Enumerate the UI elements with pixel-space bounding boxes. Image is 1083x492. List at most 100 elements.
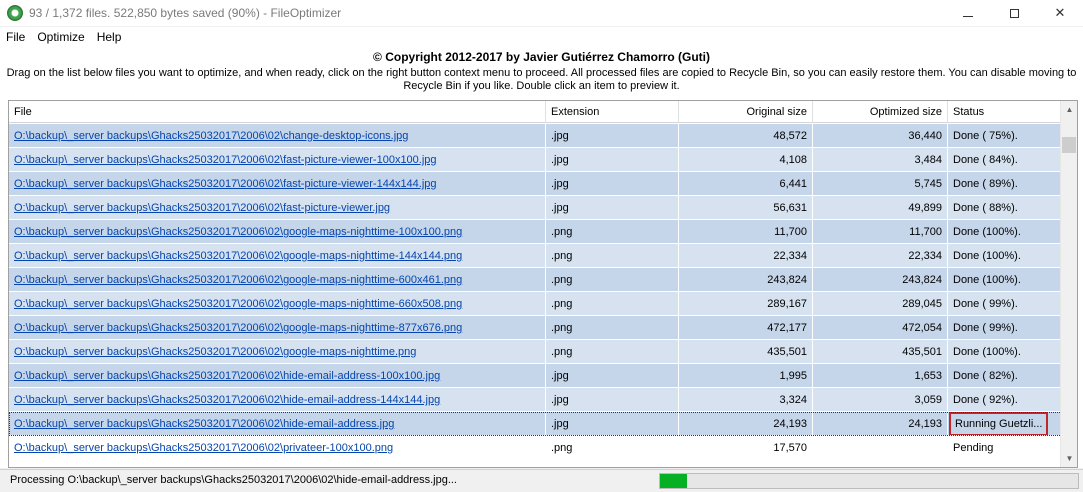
instructions-text: Drag on the list below files you want to…: [6, 67, 1077, 92]
original-size: 1,995: [679, 364, 813, 387]
file-path[interactable]: O:\backup\_server backups\Ghacks25032017…: [9, 340, 546, 363]
table-row-running[interactable]: O:\backup\_server backups\Ghacks25032017…: [9, 412, 1062, 436]
file-status: Done ( 84%).: [948, 148, 1062, 171]
original-size: 22,334: [679, 244, 813, 267]
file-status: Done ( 99%).: [948, 316, 1062, 339]
file-path[interactable]: O:\backup\_server backups\Ghacks25032017…: [9, 364, 546, 387]
minimize-icon: [963, 15, 973, 17]
file-status: Pending: [948, 436, 1062, 459]
menu-file[interactable]: File: [0, 27, 31, 47]
title-bar: 93 / 1,372 files. 522,850 bytes saved (9…: [0, 0, 1083, 26]
maximize-button[interactable]: [991, 0, 1037, 26]
table-row[interactable]: O:\backup\_server backups\Ghacks25032017…: [9, 292, 1062, 316]
column-header-file[interactable]: File: [9, 101, 546, 123]
file-list[interactable]: File Extension Original size Optimized s…: [8, 100, 1078, 468]
optimized-size: 36,440: [813, 124, 948, 147]
file-path[interactable]: O:\backup\_server backups\Ghacks25032017…: [9, 268, 546, 291]
table-row[interactable]: O:\backup\_server backups\Ghacks25032017…: [9, 196, 1062, 220]
list-header: File Extension Original size Optimized s…: [9, 101, 1062, 123]
column-header-status[interactable]: Status: [948, 101, 1062, 123]
running-status-highlight: Running Guetzli...: [949, 412, 1049, 435]
scroll-down-arrow-icon[interactable]: ▼: [1061, 450, 1077, 467]
app-icon: [7, 5, 23, 21]
table-row[interactable]: O:\backup\_server backups\Ghacks25032017…: [9, 388, 1062, 412]
file-path[interactable]: O:\backup\_server backups\Ghacks25032017…: [9, 388, 546, 411]
status-bar: Processing O:\backup\_server backups\Gha…: [0, 469, 1083, 492]
table-row[interactable]: O:\backup\_server backups\Ghacks25032017…: [9, 148, 1062, 172]
optimized-size: 472,054: [813, 316, 948, 339]
file-extension: .jpg: [546, 196, 679, 219]
file-extension: .png: [546, 220, 679, 243]
window-title: 93 / 1,372 files. 522,850 bytes saved (9…: [29, 6, 342, 20]
optimized-size: 49,899: [813, 196, 948, 219]
file-status: Done ( 88%).: [948, 196, 1062, 219]
file-status: Done ( 75%).: [948, 124, 1062, 147]
file-status: Done ( 99%).: [948, 292, 1062, 315]
file-status: Done ( 82%).: [948, 364, 1062, 387]
optimized-size: [813, 436, 948, 459]
minimize-button[interactable]: [945, 0, 991, 26]
optimized-size: 435,501: [813, 340, 948, 363]
file-status: Done ( 92%).: [948, 388, 1062, 411]
vertical-scrollbar[interactable]: ▲ ▼: [1060, 101, 1077, 467]
original-size: 3,324: [679, 388, 813, 411]
original-size: 17,570: [679, 436, 813, 459]
optimized-size: 11,700: [813, 220, 948, 243]
optimized-size: 3,484: [813, 148, 948, 171]
file-extension: .png: [546, 436, 679, 459]
file-path[interactable]: O:\backup\_server backups\Ghacks25032017…: [9, 148, 546, 171]
progress-fill: [660, 474, 688, 488]
file-extension: .png: [546, 292, 679, 315]
file-extension: .jpg: [546, 124, 679, 147]
table-row[interactable]: O:\backup\_server backups\Ghacks25032017…: [9, 436, 1062, 460]
window-controls: ✕: [945, 0, 1083, 26]
menu-help[interactable]: Help: [91, 27, 128, 47]
file-path[interactable]: O:\backup\_server backups\Ghacks25032017…: [9, 316, 546, 339]
file-path[interactable]: O:\backup\_server backups\Ghacks25032017…: [9, 172, 546, 195]
menu-optimize[interactable]: Optimize: [31, 27, 90, 47]
file-extension: .jpg: [546, 364, 679, 387]
file-path[interactable]: O:\backup\_server backups\Ghacks25032017…: [9, 196, 546, 219]
optimized-size: 1,653: [813, 364, 948, 387]
optimized-size: 3,059: [813, 388, 948, 411]
table-row[interactable]: O:\backup\_server backups\Ghacks25032017…: [9, 172, 1062, 196]
menu-bar: File Optimize Help: [0, 27, 1083, 47]
optimized-size: 5,745: [813, 172, 948, 195]
table-row[interactable]: O:\backup\_server backups\Ghacks25032017…: [9, 124, 1062, 148]
table-row[interactable]: O:\backup\_server backups\Ghacks25032017…: [9, 340, 1062, 364]
file-status: Done ( 89%).: [948, 172, 1062, 195]
table-row[interactable]: O:\backup\_server backups\Ghacks25032017…: [9, 244, 1062, 268]
file-extension: .jpg: [546, 388, 679, 411]
file-extension: .png: [546, 316, 679, 339]
table-row[interactable]: O:\backup\_server backups\Ghacks25032017…: [9, 316, 1062, 340]
file-path[interactable]: O:\backup\_server backups\Ghacks25032017…: [9, 436, 546, 459]
close-icon: ✕: [1054, 5, 1066, 20]
scroll-thumb[interactable]: [1062, 137, 1076, 153]
column-header-extension[interactable]: Extension: [546, 101, 679, 123]
column-header-original-size[interactable]: Original size: [679, 101, 813, 123]
processing-status: Processing O:\backup\_server backups\Gha…: [10, 474, 457, 486]
original-size: 24,193: [679, 412, 813, 435]
copyright-notice: © Copyright 2012-2017 by Javier Gutiérre…: [373, 50, 710, 64]
original-size: 4,108: [679, 148, 813, 171]
file-path[interactable]: O:\backup\_server backups\Ghacks25032017…: [9, 412, 546, 435]
file-extension: .png: [546, 340, 679, 363]
file-path[interactable]: O:\backup\_server backups\Ghacks25032017…: [9, 292, 546, 315]
close-button[interactable]: ✕: [1037, 0, 1083, 26]
file-path[interactable]: O:\backup\_server backups\Ghacks25032017…: [9, 124, 546, 147]
maximize-icon: [1009, 8, 1019, 18]
original-size: 56,631: [679, 196, 813, 219]
table-row[interactable]: O:\backup\_server backups\Ghacks25032017…: [9, 364, 1062, 388]
file-status: Done (100%).: [948, 220, 1062, 243]
scroll-up-arrow-icon[interactable]: ▲: [1061, 101, 1077, 118]
original-size: 6,441: [679, 172, 813, 195]
column-header-optimized-size[interactable]: Optimized size: [813, 101, 948, 123]
optimized-size: 289,045: [813, 292, 948, 315]
file-path[interactable]: O:\backup\_server backups\Ghacks25032017…: [9, 220, 546, 243]
table-row[interactable]: O:\backup\_server backups\Ghacks25032017…: [9, 220, 1062, 244]
original-size: 435,501: [679, 340, 813, 363]
file-extension: .png: [546, 268, 679, 291]
table-row[interactable]: O:\backup\_server backups\Ghacks25032017…: [9, 268, 1062, 292]
file-path[interactable]: O:\backup\_server backups\Ghacks25032017…: [9, 244, 546, 267]
progress-bar: [659, 473, 1079, 489]
